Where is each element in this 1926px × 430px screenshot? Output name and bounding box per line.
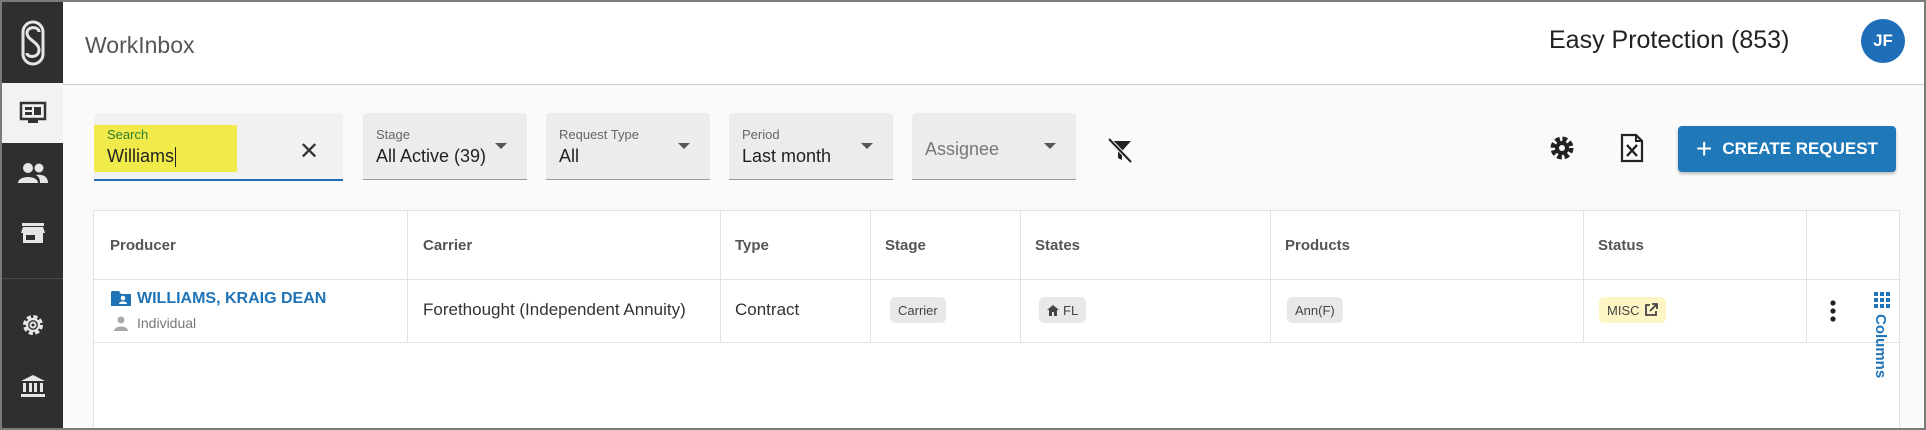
gear-icon: [22, 315, 43, 335]
app-frame: WorkInbox Easy Protection (853) JF Searc…: [2, 2, 1924, 428]
table-header: Producer Carrier Type Stage States Produ…: [94, 211, 1899, 280]
sidebar-item-store[interactable]: [2, 203, 63, 263]
column-header-states[interactable]: States: [1035, 237, 1080, 254]
people-icon: [17, 163, 48, 183]
search-input[interactable]: Williams: [107, 146, 176, 168]
sidebar-item-settings[interactable]: [2, 295, 63, 355]
stage-chip-label: Carrier: [898, 302, 938, 318]
gear-icon: [1550, 136, 1574, 160]
stage-value: All Active (39): [376, 146, 487, 166]
settings-button[interactable]: [1544, 130, 1580, 166]
requests-table: Producer Carrier Type Stage States Produ…: [93, 210, 1900, 428]
external-link-icon: [1644, 303, 1658, 316]
sidebar-divider: [2, 278, 63, 279]
search-label: Search: [107, 127, 149, 142]
sidebar: [2, 2, 63, 428]
bank-icon: [20, 375, 45, 397]
page-title: WorkInbox: [85, 32, 195, 58]
text-cursor: [175, 147, 176, 168]
column-header-producer[interactable]: Producer: [110, 237, 176, 254]
producer-type: Individual: [137, 315, 197, 331]
plus-icon: +: [1696, 133, 1713, 164]
grid-icon: [1874, 292, 1890, 308]
assignee-placeholder: Assignee: [925, 139, 1000, 159]
type-cell: Contract: [735, 300, 800, 319]
row-actions-button[interactable]: [1829, 300, 1837, 327]
home-icon: [1047, 304, 1059, 316]
clear-search-icon[interactable]: ✕: [299, 137, 319, 166]
column-header-carrier[interactable]: Carrier: [423, 237, 472, 254]
column-header-type[interactable]: Type: [735, 237, 769, 254]
assignee-select[interactable]: Assignee: [912, 113, 1076, 180]
status-label: MISC: [1607, 302, 1640, 318]
period-select[interactable]: Period Last month: [729, 113, 893, 180]
chevron-down-icon: [861, 143, 873, 149]
columns-panel-tab[interactable]: Columns: [1868, 292, 1896, 392]
column-header-products[interactable]: Products: [1285, 237, 1350, 254]
state-chip-label: FL: [1063, 302, 1079, 318]
more-vertical-icon: [1830, 300, 1836, 322]
columns-tab-label: Columns: [1872, 314, 1889, 379]
product-chip-label: Ann(F): [1295, 302, 1335, 318]
carrier-cell: Forethought (Independent Annuity): [423, 300, 686, 319]
table-row[interactable]: WILLIAMS, KRAIG DEAN Individual Forethou…: [94, 280, 1899, 343]
request-type-value: All: [559, 146, 580, 166]
sidebar-item-contacts[interactable]: [2, 143, 63, 203]
request-type-select[interactable]: Request Type All: [546, 113, 710, 180]
excel-file-icon: [1620, 133, 1644, 163]
search-value: Williams: [107, 146, 174, 166]
chevron-down-icon: [1044, 143, 1056, 149]
chevron-down-icon: [678, 143, 690, 149]
filter-off-icon: [1107, 137, 1133, 164]
top-header: WorkInbox Easy Protection (853) JF: [63, 2, 1924, 85]
search-field[interactable]: Search Williams ✕: [94, 113, 343, 181]
request-type-label: Request Type: [559, 127, 639, 142]
column-header-status[interactable]: Status: [1598, 237, 1644, 254]
export-excel-button[interactable]: [1614, 130, 1650, 166]
period-label: Period: [742, 127, 780, 142]
app-logo[interactable]: [2, 2, 63, 83]
period-value: Last month: [742, 146, 832, 166]
stage-select[interactable]: Stage All Active (39): [363, 113, 527, 180]
person-icon: [114, 316, 128, 331]
state-chip: FL: [1039, 297, 1087, 323]
folder-person-icon: [111, 291, 131, 306]
status-badge[interactable]: MISC: [1599, 297, 1666, 323]
store-icon: [20, 223, 45, 243]
company-name: Easy Protection (853): [1549, 26, 1790, 54]
logo-icon: [21, 20, 44, 65]
sidebar-item-institution[interactable]: [2, 356, 63, 416]
column-header-stage[interactable]: Stage: [885, 237, 926, 254]
stage-label: Stage: [376, 127, 410, 142]
create-request-button[interactable]: + CREATE REQUEST: [1678, 126, 1896, 172]
producer-name-link[interactable]: WILLIAMS, KRAIG DEAN: [137, 290, 326, 308]
stage-chip: Carrier: [890, 297, 946, 323]
sidebar-item-dashboard[interactable]: [2, 83, 63, 143]
user-avatar[interactable]: JF: [1861, 19, 1905, 63]
chevron-down-icon: [495, 143, 507, 149]
dashboard-icon: [19, 101, 46, 123]
create-request-label: CREATE REQUEST: [1722, 139, 1878, 158]
product-chip: Ann(F): [1287, 297, 1343, 323]
clear-filters-button[interactable]: [1102, 132, 1138, 168]
